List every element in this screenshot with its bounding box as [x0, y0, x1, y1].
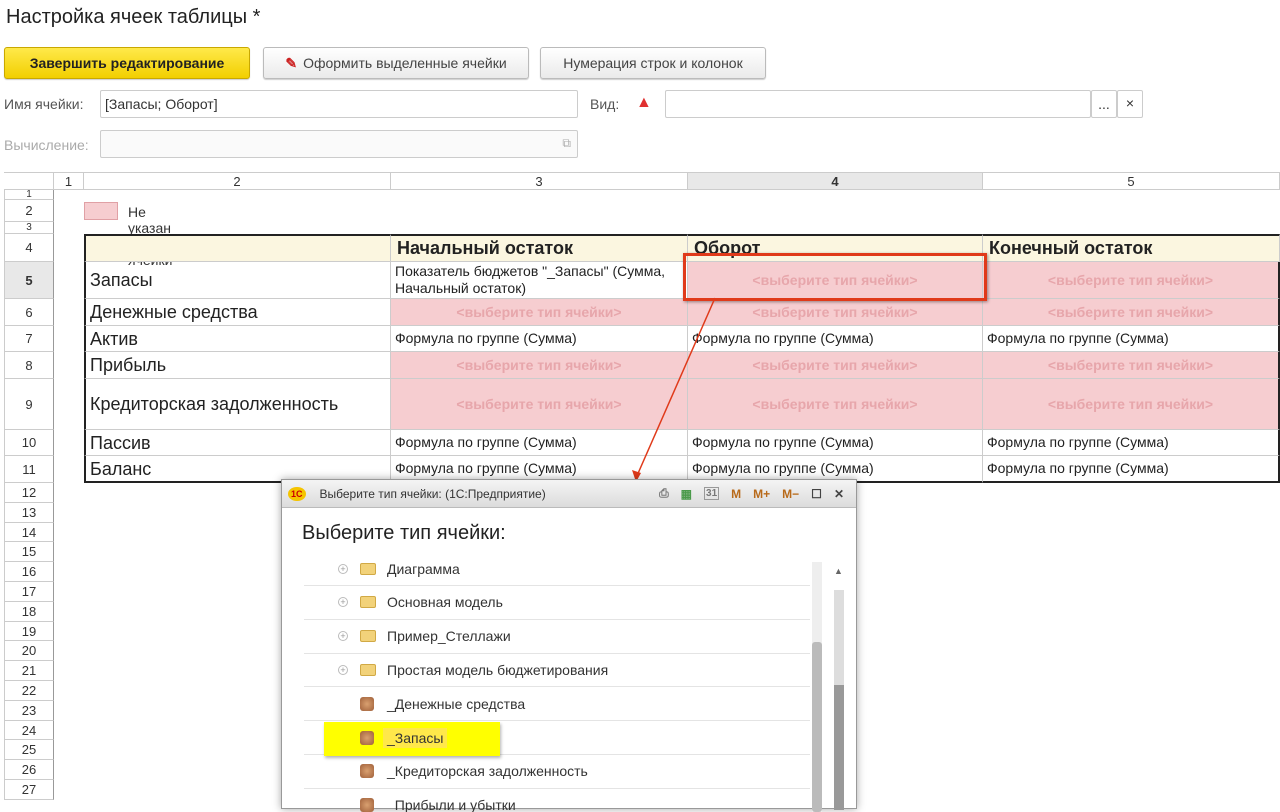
indicator-icon — [360, 696, 374, 711]
expand-icon[interactable]: + — [338, 563, 348, 574]
tree-item-label: _Прибыли и убытки — [387, 797, 516, 812]
indicator-icon — [360, 730, 374, 745]
tree-item[interactable]: + Основная модель — [304, 586, 810, 620]
tree-item[interactable]: _Прибыли и убытки — [304, 789, 810, 812]
indicator-icon — [360, 798, 374, 812]
folder-icon — [360, 630, 376, 643]
expand-icon[interactable]: + — [338, 631, 348, 642]
dialog-titlebar: 1С Выберите тип ячейки: (1С:Предприятие)… — [282, 480, 856, 508]
cell-type-dialog: 1С Выберите тип ячейки: (1С:Предприятие)… — [281, 479, 857, 812]
tree-item-label: _Запасы — [383, 727, 448, 748]
scroll-up-icon[interactable]: ▲ — [834, 566, 843, 576]
tree-item-label: Простая модель бюджетирования — [387, 661, 609, 678]
indicator-icon — [360, 764, 374, 779]
memory-minus-button[interactable]: M− — [782, 487, 799, 501]
tree-item-label: _Кредиторская задолженность — [387, 763, 588, 780]
calculator-icon[interactable]: ▦ — [681, 487, 692, 501]
tree-item[interactable]: + Диаграмма — [304, 552, 810, 586]
tree-item-label: Основная модель — [387, 594, 503, 611]
tree-item-label: _Денежные средства — [387, 695, 526, 712]
close-icon[interactable]: ✕ — [834, 487, 844, 501]
dialog-heading: Выберите тип ячейки: — [302, 522, 506, 544]
folder-icon — [360, 562, 376, 575]
calendar-icon[interactable]: 31 — [704, 487, 720, 500]
print-icon[interactable]: ⎙ — [659, 486, 669, 501]
tree-item[interactable]: + Пример_Стеллажи — [304, 620, 810, 654]
scrollbar-thumb[interactable] — [812, 642, 822, 812]
cell-type-tree[interactable]: + Диаграмма + Основная модель + Пример_Стелла… — [282, 552, 842, 812]
tree-item[interactable]: _Запасы — [304, 721, 810, 756]
folder-icon — [360, 663, 376, 676]
tree-item[interactable]: _Денежные средства — [304, 687, 810, 722]
memory-button[interactable]: M — [731, 487, 741, 501]
dialog-window-title: Выберите тип ячейки: (1С:Предприятие) — [319, 486, 546, 501]
tree-item[interactable]: _Кредиторская задолженность — [304, 755, 810, 789]
expand-icon[interactable]: + — [338, 664, 348, 675]
tree-item[interactable]: + Простая модель бюджетирования — [304, 653, 810, 688]
memory-plus-button[interactable]: M+ — [753, 487, 770, 501]
tree-item-label: Диаграмма — [387, 560, 460, 577]
tree-item-label: Пример_Стеллажи — [387, 628, 511, 645]
maximize-icon[interactable]: ☐ — [811, 487, 822, 501]
outer-scrollbar[interactable] — [834, 590, 844, 810]
folder-icon — [360, 596, 376, 609]
tree-scrollbar[interactable] — [812, 562, 822, 812]
expand-icon[interactable]: + — [338, 597, 348, 608]
1c-logo: 1С — [288, 486, 306, 501]
